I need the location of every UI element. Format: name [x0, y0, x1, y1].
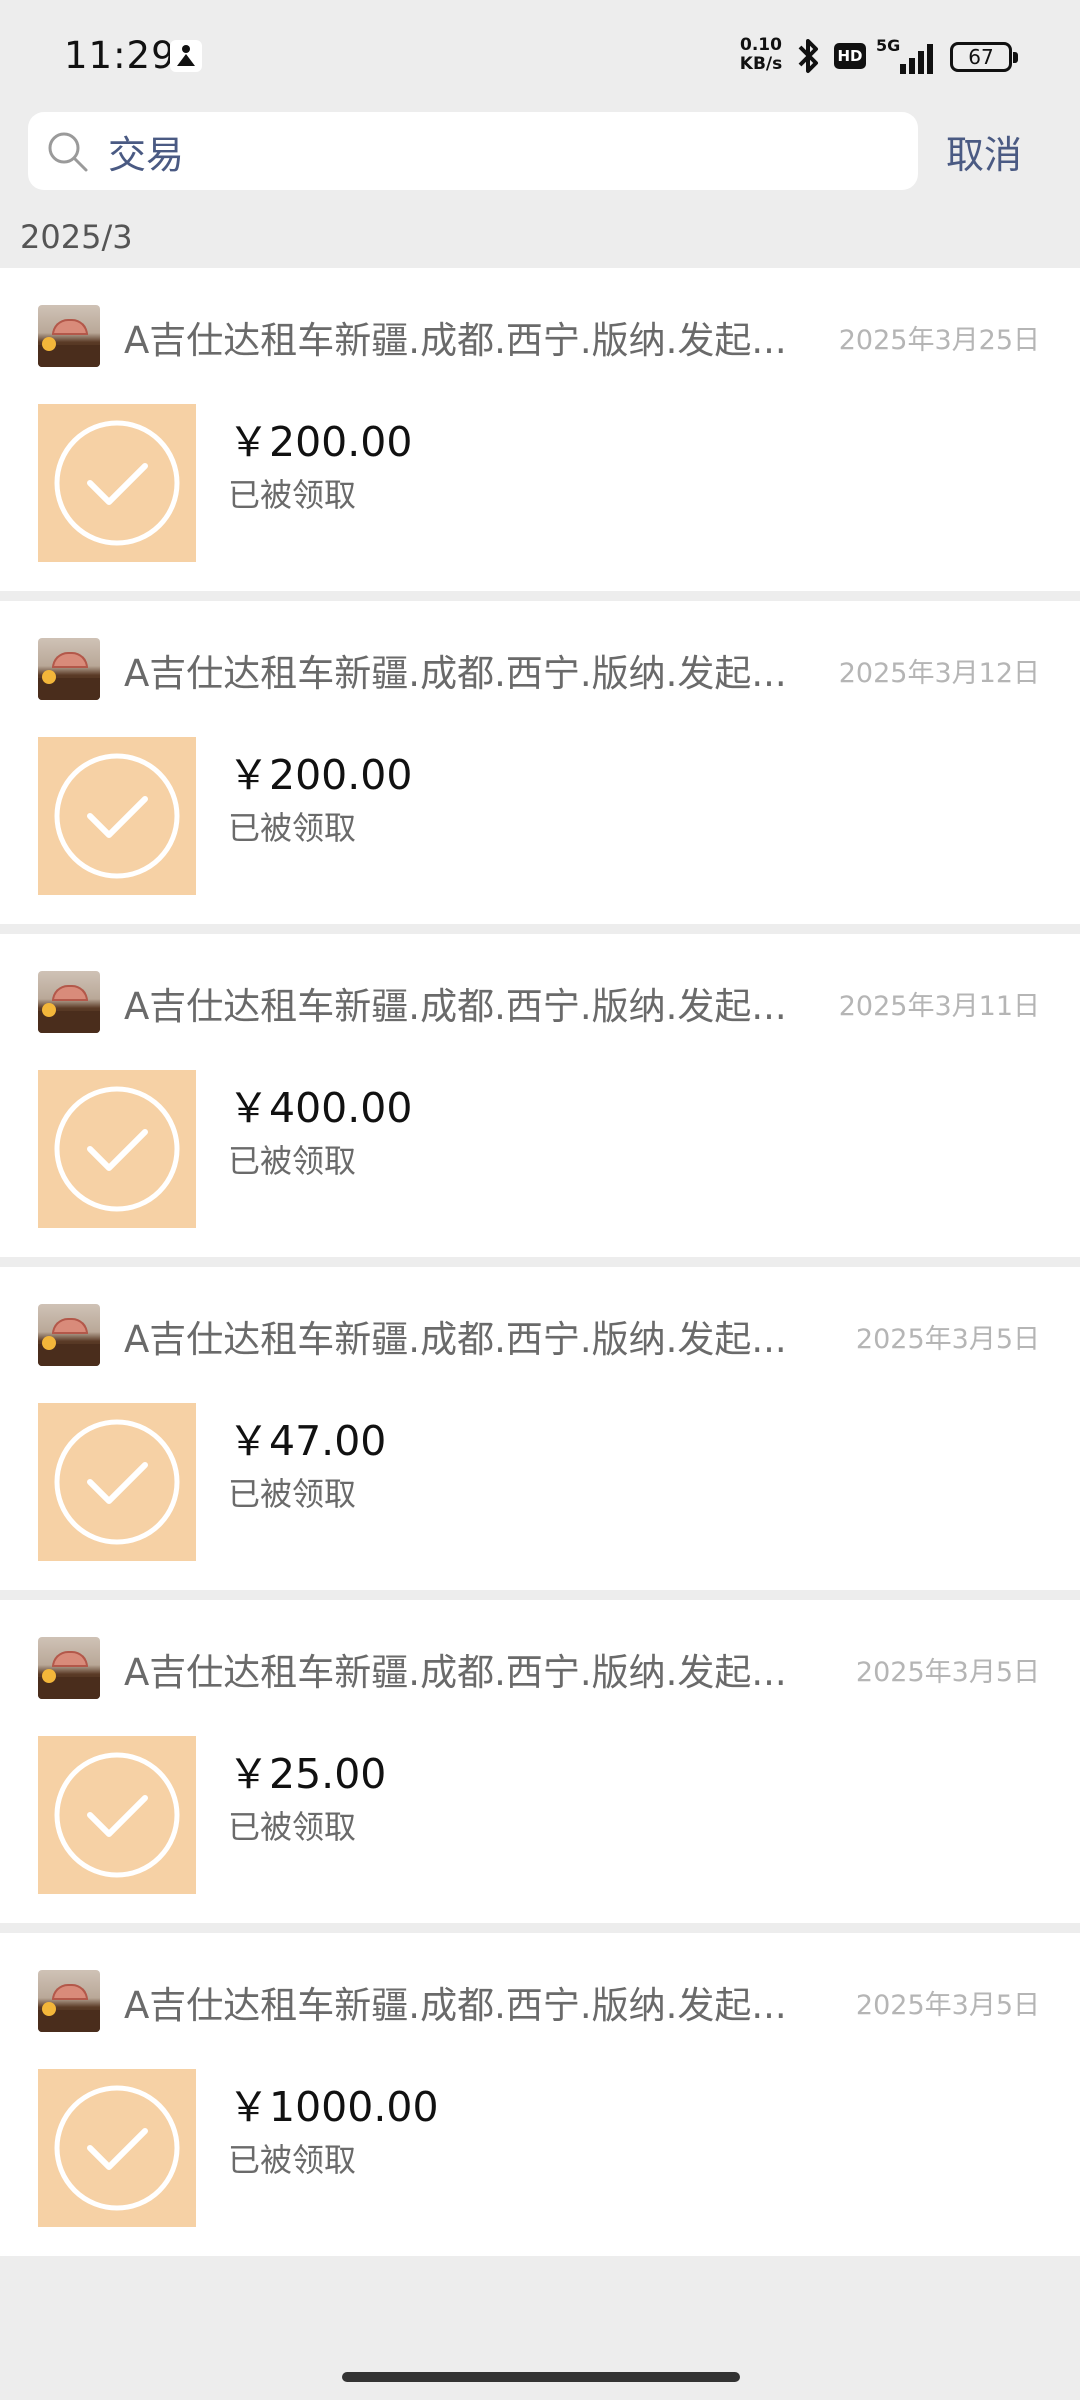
transaction-date: 2025年3月5日: [855, 1990, 1040, 2021]
amount: ￥200.00: [228, 751, 413, 799]
check-circle-icon: [54, 1419, 180, 1545]
transaction-date: 2025年3月5日: [855, 1657, 1040, 1688]
status-time: 11:29: [64, 34, 176, 77]
check-circle-icon: [54, 2085, 180, 2211]
status-text: 已被领取: [228, 476, 357, 514]
transaction-date: 2025年3月25日: [838, 325, 1040, 356]
transaction-item[interactable]: A吉仕达租车新疆.成都.西宁.版纳.发起... 2025年3月5日 ￥25.00…: [0, 1600, 1080, 1923]
transaction-date: 2025年3月5日: [855, 1324, 1040, 1355]
network-speed: 0.10 KB/s: [736, 36, 786, 74]
red-packet-thumbnail: [38, 2069, 196, 2227]
avatar: [38, 1304, 100, 1366]
sender-name: A吉仕达租车新疆.成都.西宁.版纳.发起...: [124, 1318, 787, 1361]
transaction-item[interactable]: A吉仕达租车新疆.成都.西宁.版纳.发起... 2025年3月11日 ￥400.…: [0, 934, 1080, 1257]
transaction-item[interactable]: A吉仕达租车新疆.成都.西宁.版纳.发起... 2025年3月5日 ￥1000.…: [0, 1933, 1080, 2256]
transaction-list: A吉仕达租车新疆.成都.西宁.版纳.发起... 2025年3月25日 ￥200.…: [0, 268, 1080, 2266]
sender-name: A吉仕达租车新疆.成都.西宁.版纳.发起...: [124, 319, 787, 362]
network-speed-value: 0.10: [740, 35, 782, 55]
transaction-item[interactable]: A吉仕达租车新疆.成都.西宁.版纳.发起... 2025年3月25日 ￥200.…: [0, 268, 1080, 591]
amount: ￥400.00: [228, 1084, 413, 1132]
hd-voice-icon: HD: [834, 43, 866, 69]
avatar: [38, 305, 100, 367]
signal-bars-icon: [900, 44, 933, 74]
sender-name: A吉仕达租车新疆.成都.西宁.版纳.发起...: [124, 652, 787, 695]
check-circle-icon: [54, 1752, 180, 1878]
red-packet-thumbnail: [38, 404, 196, 562]
signal-type: 5G: [876, 36, 901, 55]
check-circle-icon: [54, 1086, 180, 1212]
status-text: 已被领取: [228, 1808, 357, 1846]
sender-name: A吉仕达租车新疆.成都.西宁.版纳.发起...: [124, 1984, 787, 2027]
network-speed-unit: KB/s: [739, 54, 783, 74]
avatar: [38, 1970, 100, 2032]
sender-name: A吉仕达租车新疆.成都.西宁.版纳.发起...: [124, 985, 787, 1028]
status-text: 已被领取: [228, 1142, 357, 1180]
cancel-button[interactable]: 取消: [946, 124, 1022, 179]
status-text: 已被领取: [228, 2141, 357, 2179]
red-packet-thumbnail: [38, 1403, 196, 1561]
check-circle-icon: [54, 753, 180, 879]
transaction-item[interactable]: A吉仕达租车新疆.成都.西宁.版纳.发起... 2025年3月5日 ￥47.00…: [0, 1267, 1080, 1590]
red-packet-thumbnail: [38, 737, 196, 895]
status-text: 已被领取: [228, 1475, 357, 1513]
amount: ￥25.00: [228, 1750, 387, 1798]
red-packet-thumbnail: [38, 1070, 196, 1228]
red-packet-thumbnail: [38, 1736, 196, 1894]
screen: 11:29 0.10 KB/s HD 5G 67 交易 取消 2025/3 A吉…: [0, 0, 1080, 2400]
transaction-date: 2025年3月12日: [838, 658, 1040, 689]
avatar: [38, 638, 100, 700]
check-circle-icon: [54, 420, 180, 546]
sender-name: A吉仕达租车新疆.成都.西宁.版纳.发起...: [124, 1651, 787, 1694]
home-indicator[interactable]: [342, 2372, 740, 2382]
transaction-date: 2025年3月11日: [838, 991, 1040, 1022]
amount: ￥1000.00: [228, 2083, 439, 2131]
signal-indicator: 5G: [876, 36, 938, 74]
search-input[interactable]: [108, 112, 898, 190]
amount: ￥47.00: [228, 1417, 387, 1465]
notification-icon: [170, 40, 202, 72]
battery-tip: [1013, 52, 1018, 63]
amount: ￥200.00: [228, 418, 413, 466]
search-box[interactable]: [28, 112, 918, 190]
search-icon: [46, 130, 90, 178]
section-date-header: 2025/3: [20, 218, 133, 256]
transaction-item[interactable]: A吉仕达租车新疆.成都.西宁.版纳.发起... 2025年3月12日 ￥200.…: [0, 601, 1080, 924]
avatar: [38, 1637, 100, 1699]
battery-level: 67: [950, 42, 1012, 72]
avatar: [38, 971, 100, 1033]
status-text: 已被领取: [228, 809, 357, 847]
status-bar: 11:29 0.10 KB/s HD 5G 67: [0, 0, 1080, 110]
bluetooth-icon: [792, 36, 824, 80]
